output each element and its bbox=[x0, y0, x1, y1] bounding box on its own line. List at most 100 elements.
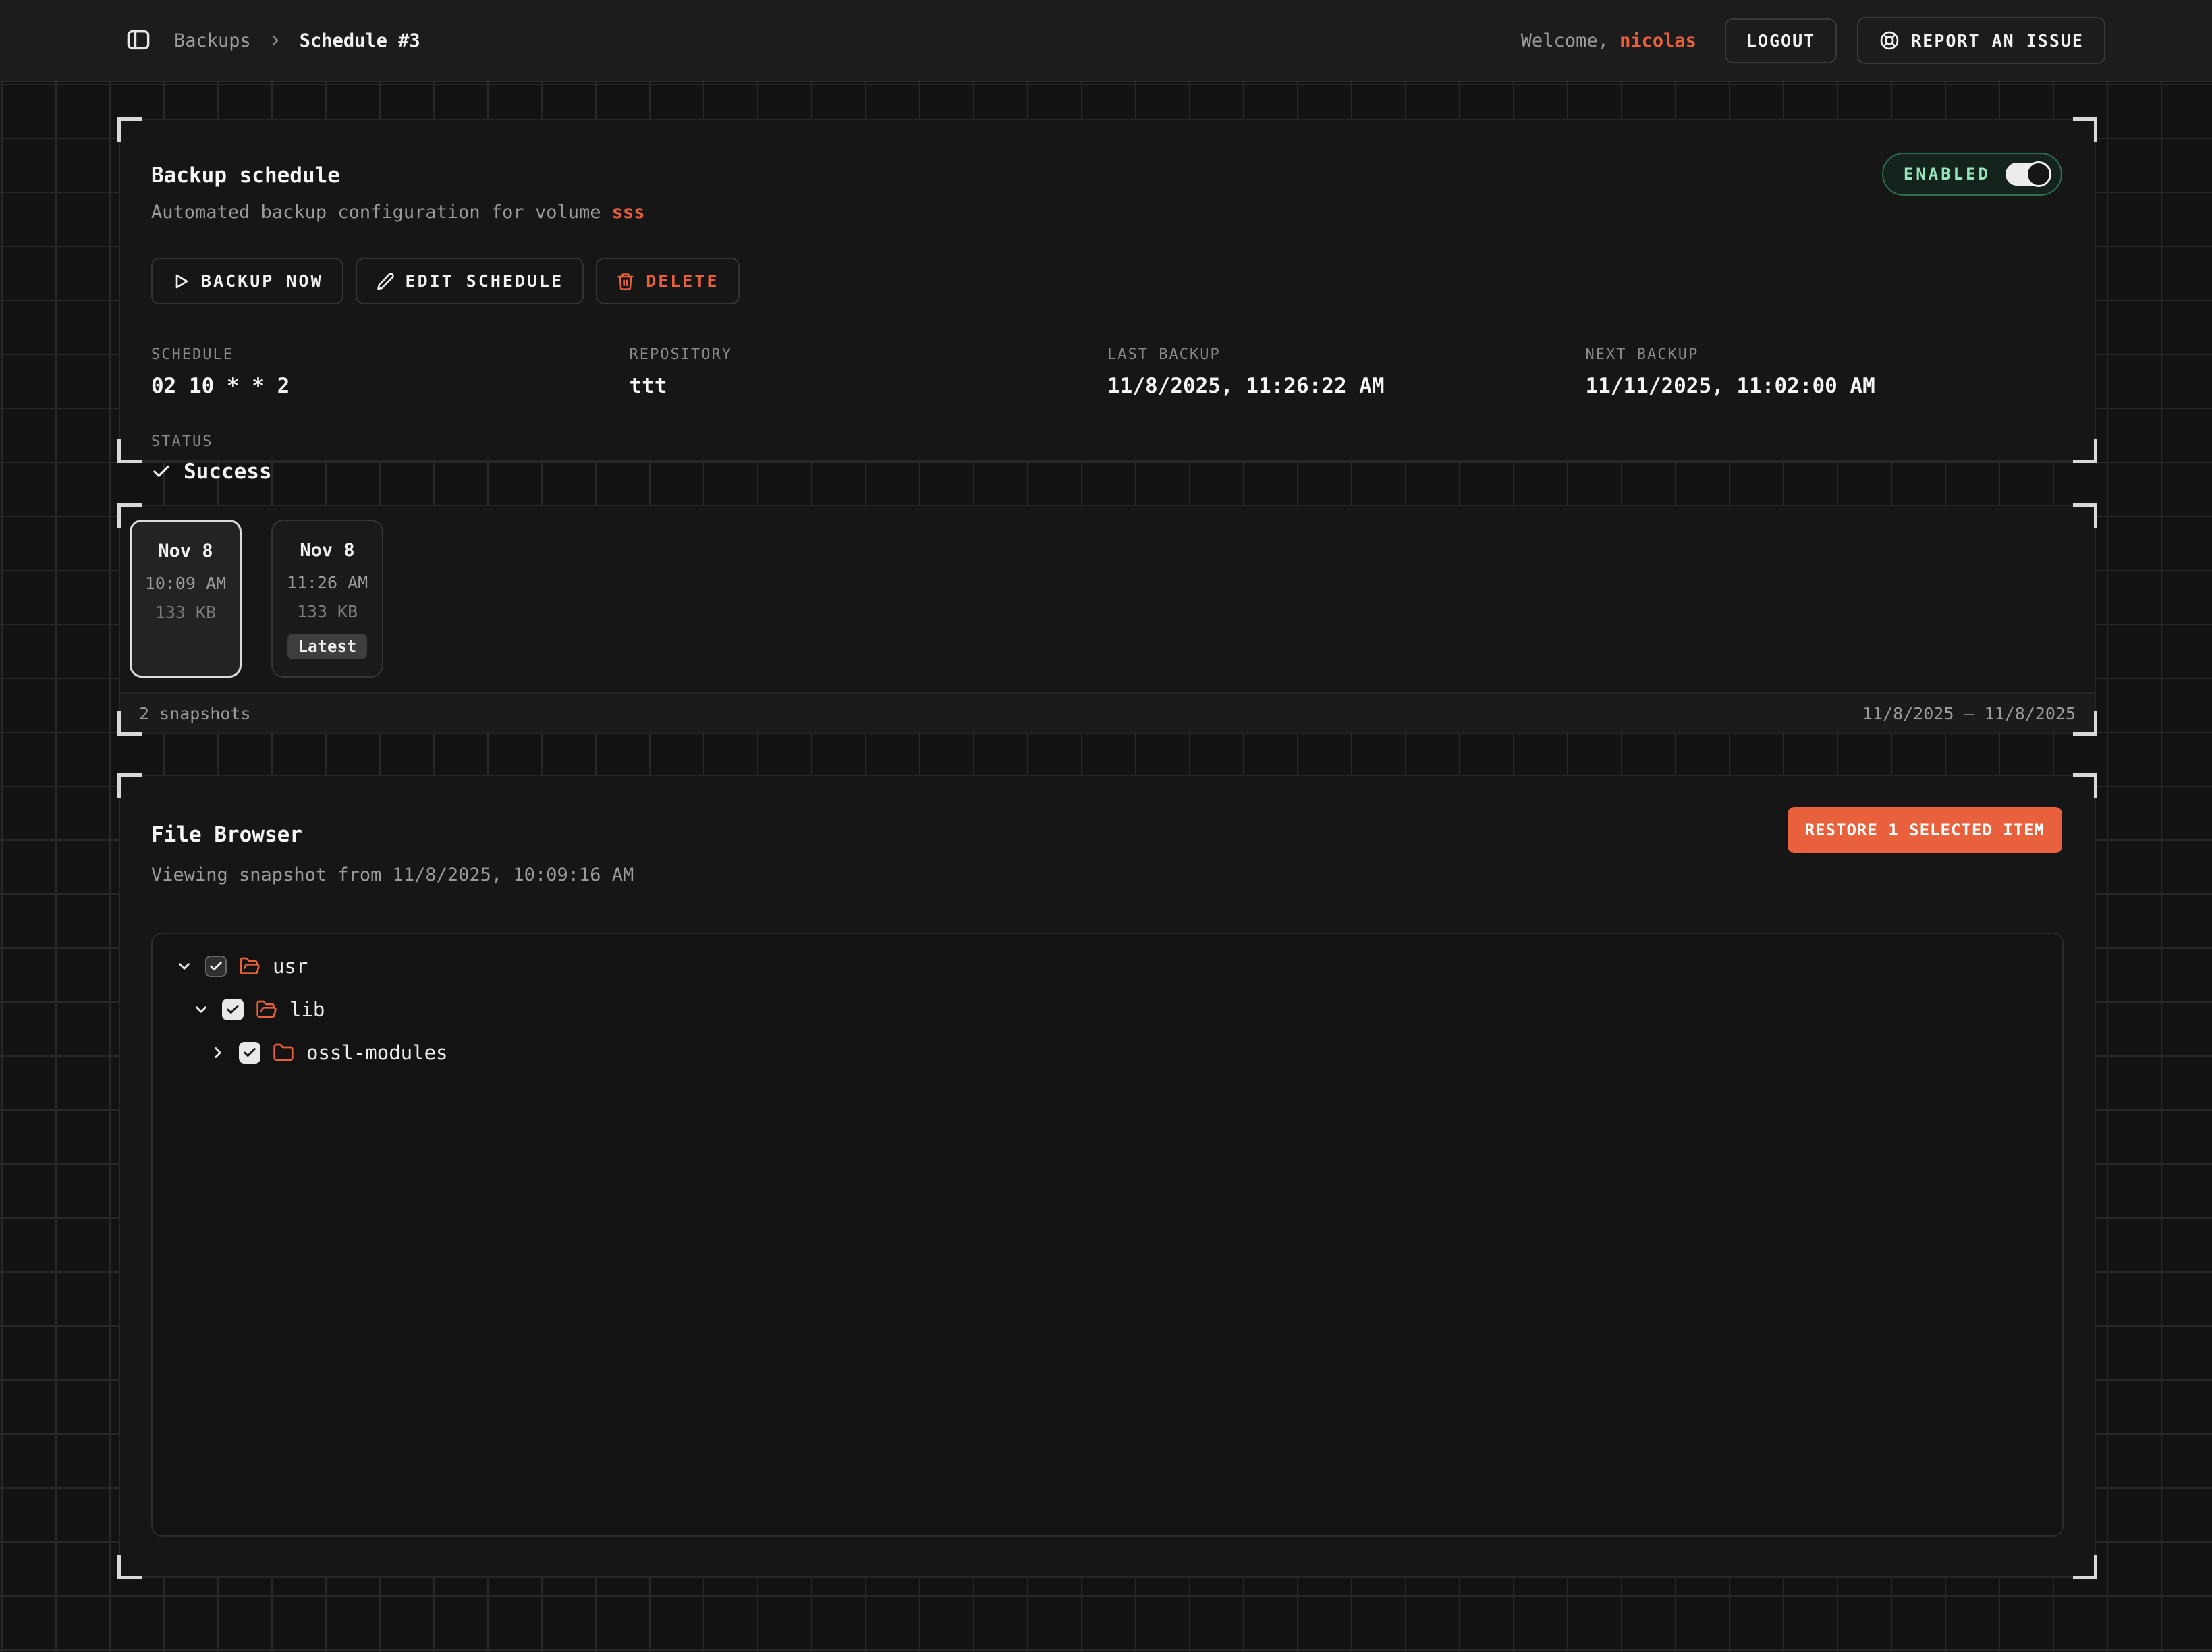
tree-item-name: lib bbox=[289, 998, 325, 1021]
snapshot-date: Nov 8 bbox=[300, 540, 354, 561]
snapshot-card-selected[interactable]: Nov 8 10:09 AM 133 KB bbox=[130, 520, 242, 678]
corner-bracket bbox=[117, 117, 142, 142]
enabled-label: ENABLED bbox=[1904, 165, 1991, 184]
top-bar: Backups Schedule #3 Welcome, nicolas LOG… bbox=[0, 0, 2212, 82]
stat-label: LAST BACKUP bbox=[1107, 346, 1586, 363]
file-tree-panel: usr lib bbox=[151, 933, 2064, 1537]
pencil-icon bbox=[376, 272, 395, 291]
backup-now-button[interactable]: BACKUP NOW bbox=[151, 258, 343, 304]
checkbox-checked[interactable] bbox=[205, 956, 227, 977]
checkbox-checked[interactable] bbox=[222, 999, 244, 1020]
snapshot-date: Nov 8 bbox=[158, 541, 213, 561]
schedule-stats: SCHEDULE 02 10 * * 2 REPOSITORY ttt LAST… bbox=[151, 346, 2064, 398]
check-icon bbox=[151, 462, 171, 482]
top-bar-left: Backups Schedule #3 bbox=[126, 28, 420, 54]
tree-item-name: ossl-modules bbox=[306, 1041, 448, 1064]
corner-bracket bbox=[2073, 773, 2097, 798]
subtitle-prefix: Automated backup configuration for volum… bbox=[151, 202, 612, 223]
delete-label: DELETE bbox=[646, 271, 719, 291]
edit-schedule-button[interactable]: EDIT SCHEDULE bbox=[356, 258, 584, 304]
snapshot-time: 11:26 AM bbox=[287, 573, 368, 593]
chevron-down-icon[interactable] bbox=[192, 1001, 210, 1018]
stat-label: NEXT BACKUP bbox=[1586, 346, 2064, 363]
schedule-card-subtitle: Automated backup configuration for volum… bbox=[151, 202, 2064, 223]
tree-row-ossl-modules[interactable]: ossl-modules bbox=[166, 1031, 2049, 1074]
logout-button[interactable]: LOGOUT bbox=[1725, 18, 1837, 63]
report-issue-button[interactable]: REPORT AN ISSUE bbox=[1857, 17, 2105, 64]
panel-left-icon bbox=[126, 28, 151, 54]
folder-open-icon bbox=[239, 956, 260, 977]
status-value: Success bbox=[151, 460, 2064, 484]
file-browser-subtitle: Viewing snapshot from 11/8/2025, 10:09:1… bbox=[151, 864, 2064, 885]
sidebar-toggle-button[interactable] bbox=[126, 28, 151, 54]
stat-value: 02 10 * * 2 bbox=[151, 374, 630, 398]
report-issue-button-label: REPORT AN ISSUE bbox=[1911, 31, 2084, 51]
volume-name: sss bbox=[612, 202, 645, 223]
snapshot-time: 10:09 AM bbox=[145, 574, 226, 593]
corner-bracket bbox=[117, 503, 142, 528]
snapshot-date-range: 11/8/2025 – 11/8/2025 bbox=[1862, 704, 2076, 723]
stat-value: ttt bbox=[630, 374, 1108, 398]
tree-row-lib[interactable]: lib bbox=[166, 988, 2049, 1031]
backup-schedule-card: Backup schedule Automated backup configu… bbox=[119, 119, 2096, 462]
folder-open-icon bbox=[256, 999, 277, 1020]
snapshots-footer: 2 snapshots 11/8/2025 – 11/8/2025 bbox=[120, 692, 2095, 733]
main-content: Backup schedule Automated backup configu… bbox=[119, 119, 2096, 1578]
corner-bracket bbox=[2073, 439, 2097, 463]
schedule-card-title: Backup schedule bbox=[151, 164, 2064, 188]
status-label: STATUS bbox=[151, 433, 2064, 450]
latest-badge: Latest bbox=[287, 634, 368, 659]
snapshot-strip: Nov 8 10:09 AM 133 KB Nov 8 11:26 AM 133… bbox=[120, 506, 2095, 692]
corner-bracket bbox=[2073, 711, 2097, 736]
snapshot-count: 2 snapshots bbox=[139, 704, 251, 723]
breadcrumb-current-page: Schedule #3 bbox=[300, 30, 420, 51]
lifebuoy-icon bbox=[1879, 30, 1900, 51]
tree-item-name: usr bbox=[273, 955, 308, 978]
stat-next-backup: NEXT BACKUP 11/11/2025, 11:02:00 AM bbox=[1586, 346, 2064, 398]
stat-last-backup: LAST BACKUP 11/8/2025, 11:26:22 AM bbox=[1107, 346, 1586, 398]
chevron-right-icon bbox=[267, 32, 283, 49]
corner-bracket bbox=[117, 711, 142, 736]
snapshots-card: Nov 8 10:09 AM 133 KB Nov 8 11:26 AM 133… bbox=[119, 505, 2096, 734]
edit-schedule-label: EDIT SCHEDULE bbox=[406, 271, 564, 291]
stat-label: SCHEDULE bbox=[151, 346, 630, 363]
trash-icon bbox=[616, 272, 635, 291]
top-bar-right: Welcome, nicolas LOGOUT REPORT AN ISSUE bbox=[1521, 17, 2105, 64]
stat-value: 11/8/2025, 11:26:22 AM bbox=[1107, 374, 1586, 398]
stat-value: 11/11/2025, 11:02:00 AM bbox=[1586, 374, 2064, 398]
chevron-down-icon[interactable] bbox=[175, 958, 193, 975]
play-icon bbox=[171, 272, 190, 291]
app-screen: Backups Schedule #3 Welcome, nicolas LOG… bbox=[0, 0, 2212, 1652]
corner-bracket bbox=[2073, 503, 2097, 528]
backup-now-label: BACKUP NOW bbox=[201, 271, 323, 291]
welcome-prefix: Welcome, bbox=[1521, 30, 1620, 51]
enabled-toggle[interactable] bbox=[2006, 163, 2050, 186]
logout-button-label: LOGOUT bbox=[1746, 31, 1815, 51]
restore-selected-button[interactable]: RESTORE 1 SELECTED ITEM bbox=[1788, 807, 2062, 853]
file-browser-title: File Browser bbox=[151, 823, 2064, 848]
breadcrumb-section[interactable]: Backups bbox=[174, 30, 251, 51]
checkbox-checked[interactable] bbox=[239, 1042, 260, 1064]
corner-bracket bbox=[117, 1555, 142, 1579]
enabled-pill: ENABLED bbox=[1882, 153, 2062, 196]
username: nicolas bbox=[1620, 30, 1696, 51]
toggle-knob bbox=[2026, 161, 2051, 187]
schedule-actions: BACKUP NOW EDIT SCHEDULE DELETE bbox=[151, 258, 2064, 304]
status-text: Success bbox=[184, 460, 272, 484]
snapshot-size: 133 KB bbox=[155, 603, 216, 622]
breadcrumb: Backups Schedule #3 bbox=[174, 30, 420, 51]
corner-bracket bbox=[117, 773, 142, 798]
stat-schedule: SCHEDULE 02 10 * * 2 bbox=[151, 346, 630, 398]
corner-bracket bbox=[117, 439, 142, 463]
corner-bracket bbox=[2073, 1555, 2097, 1579]
tree-row-usr[interactable]: usr bbox=[166, 945, 2049, 988]
status-block: STATUS Success bbox=[151, 433, 2064, 484]
stat-label: REPOSITORY bbox=[630, 346, 1108, 363]
delete-button[interactable]: DELETE bbox=[596, 258, 739, 304]
snapshot-size: 133 KB bbox=[297, 602, 358, 622]
chevron-right-icon[interactable] bbox=[209, 1044, 227, 1062]
snapshot-card[interactable]: Nov 8 11:26 AM 133 KB Latest bbox=[271, 520, 383, 678]
folder-icon bbox=[273, 1042, 294, 1064]
stat-repository: REPOSITORY ttt bbox=[630, 346, 1108, 398]
welcome-text: Welcome, nicolas bbox=[1521, 30, 1696, 51]
